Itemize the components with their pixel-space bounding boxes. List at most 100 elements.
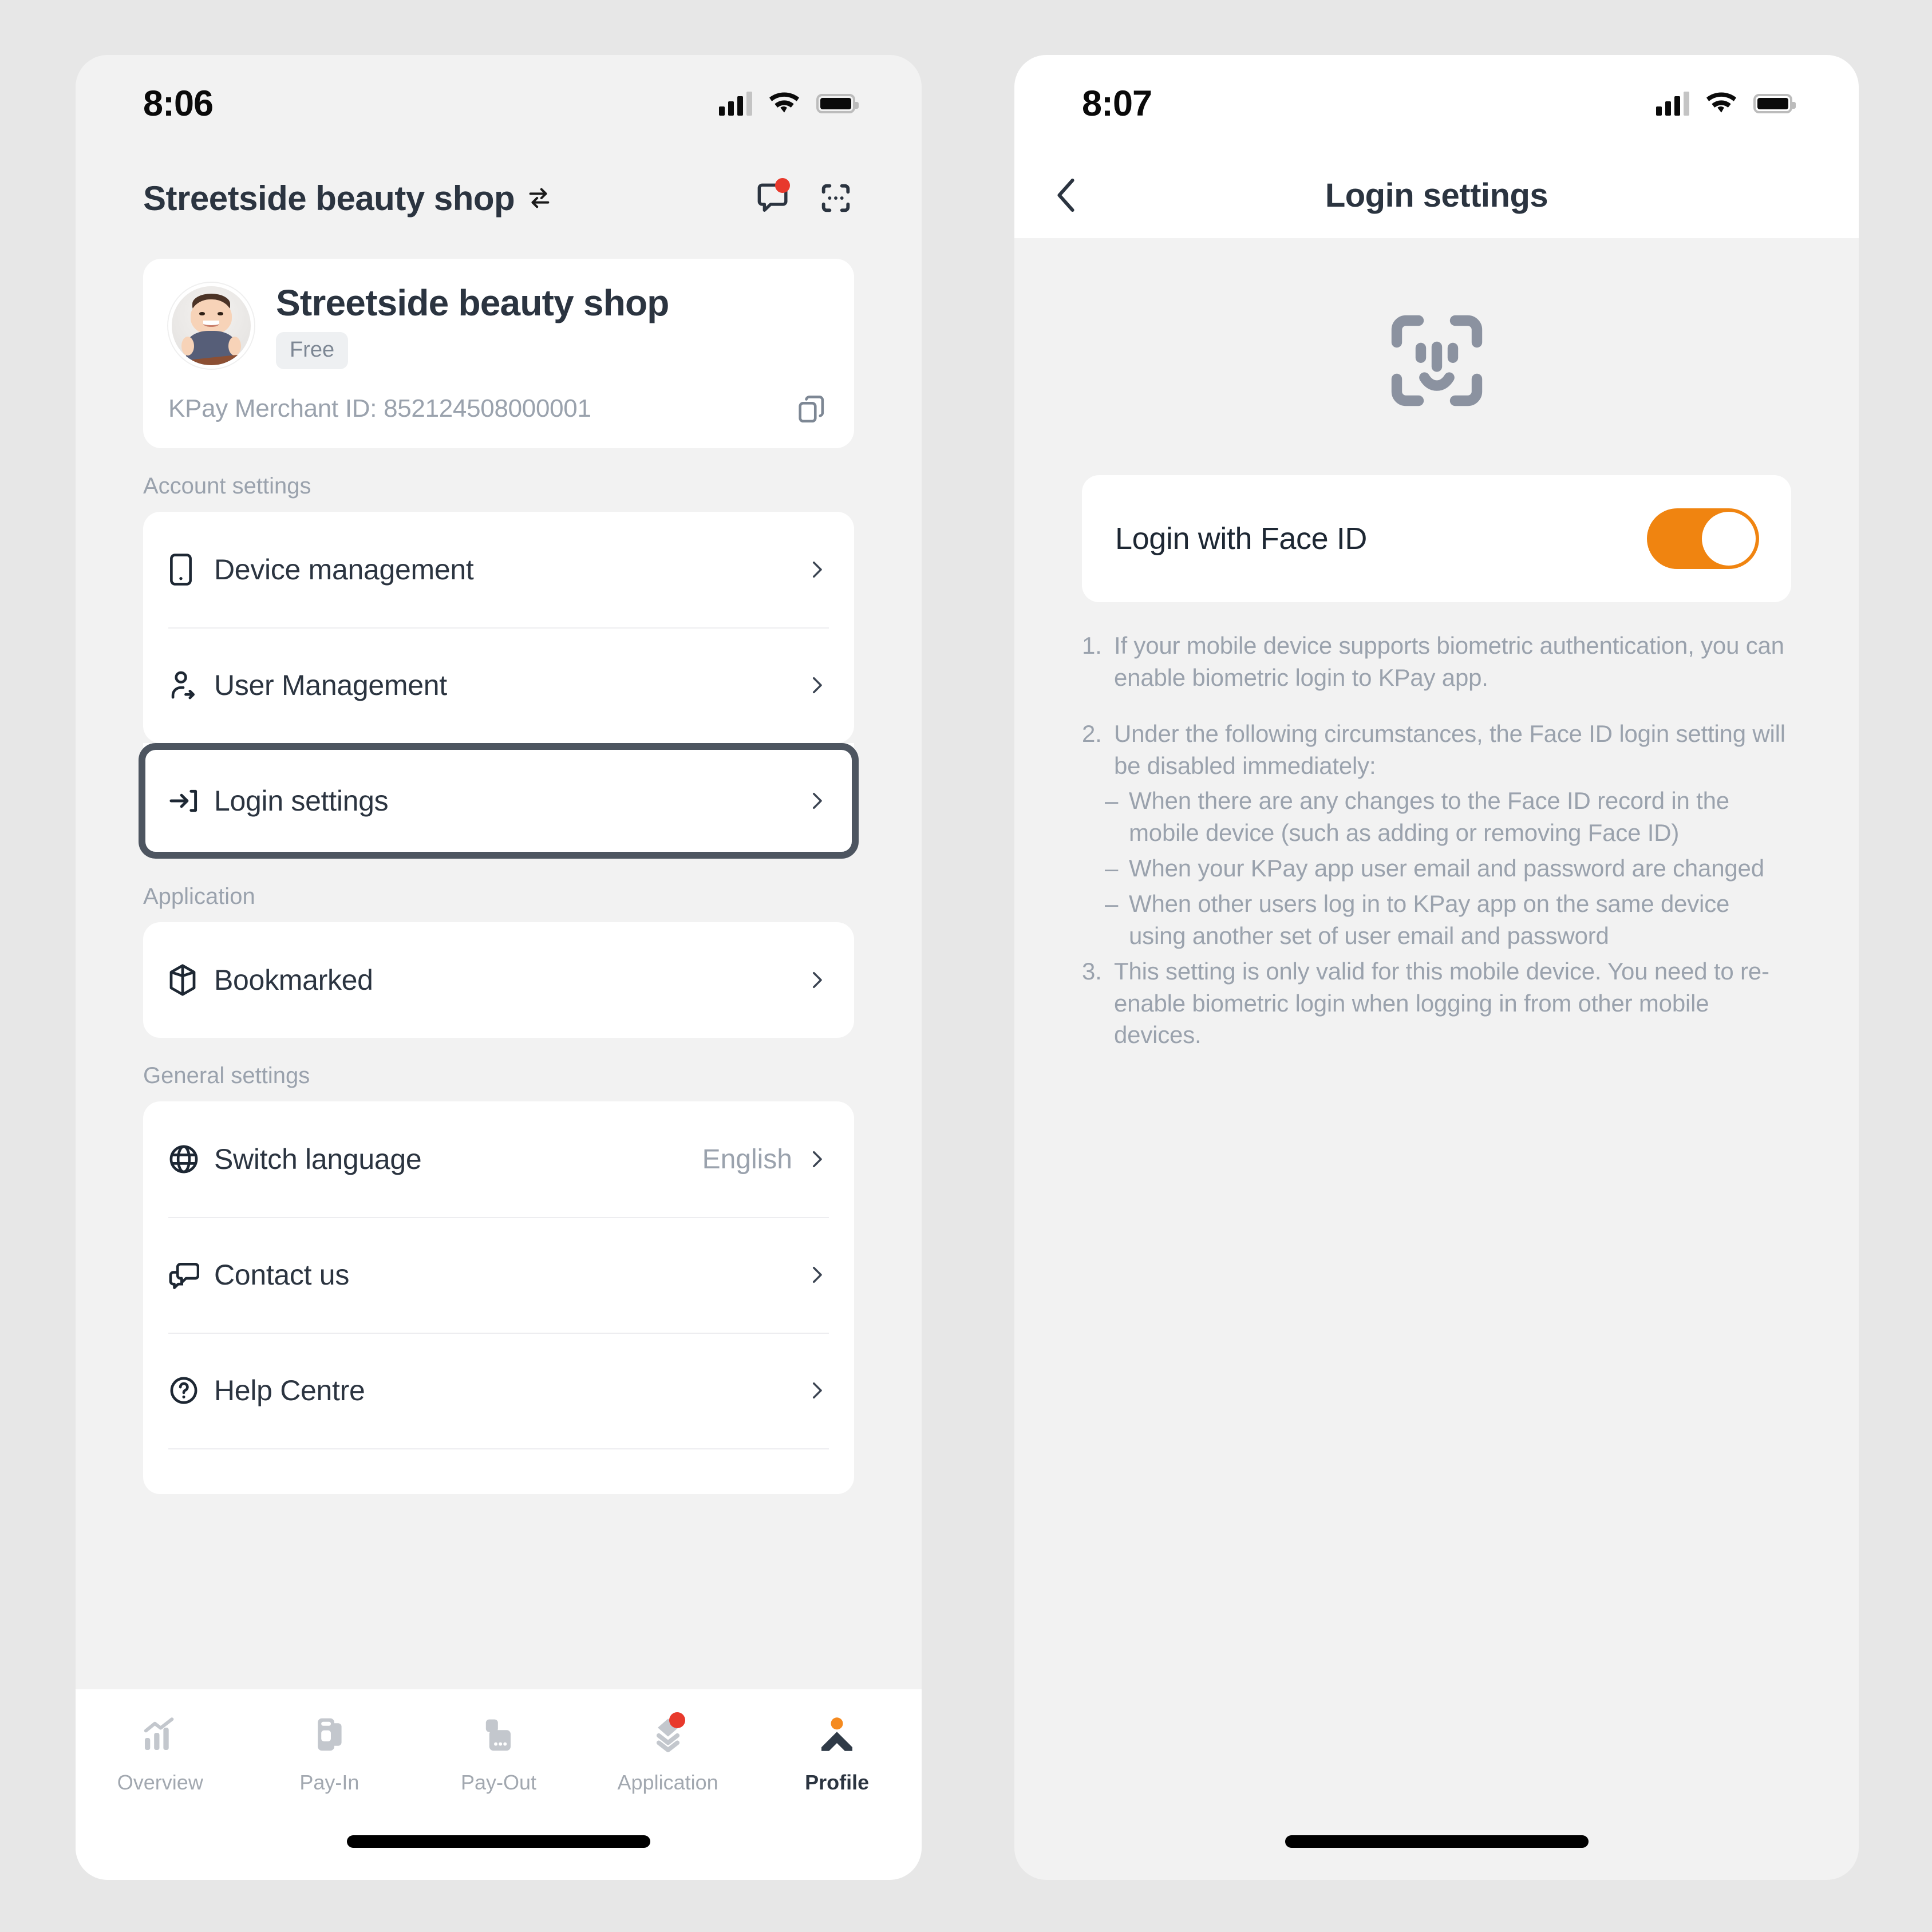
copy-icon[interactable]: [795, 392, 828, 425]
list-item-label: Login settings: [214, 785, 389, 817]
toggle-knob: [1702, 512, 1756, 566]
shop-name: Streetside beauty shop: [276, 282, 669, 323]
sidebar-item-device-management[interactable]: Device management: [143, 512, 854, 627]
chevron-right-icon: [813, 793, 822, 809]
list-card-application: Bookmarked: [143, 922, 854, 1038]
page-title: Login settings: [1325, 176, 1548, 214]
note-text: When there are any changes to the Face I…: [1129, 787, 1729, 847]
sidebar-item-user-management[interactable]: User Management: [143, 627, 854, 743]
chevron-left-icon[interactable]: [1051, 175, 1081, 215]
list-item-label: Help Centre: [214, 1374, 365, 1406]
tab-application[interactable]: Application: [583, 1710, 753, 1795]
terminal-icon: [478, 1710, 519, 1759]
note-marker: –: [1105, 890, 1119, 918]
chevron-right-icon: [813, 677, 822, 693]
note-marker: 2.: [1082, 720, 1102, 747]
screenshot-stage: 8:06 Streetside beauty shop Streetside b…: [0, 0, 1932, 1932]
profile-meta: Streetside beauty shop Free: [276, 282, 669, 369]
tab-overview[interactable]: Overview: [76, 1710, 245, 1795]
list-card-general-settings: Switch language English Contact us Help …: [143, 1101, 854, 1494]
tab-label: Profile: [805, 1771, 870, 1794]
shop-switcher[interactable]: Streetside beauty shop: [143, 179, 552, 218]
switch-arrows-icon[interactable]: [526, 185, 552, 211]
sidebar-item-login-settings[interactable]: Login settings: [143, 743, 854, 859]
note-text: When other users log in to KPay app on t…: [1129, 890, 1730, 949]
login-arrow-icon: [168, 787, 206, 815]
face-id-toggle-label: Login with Face ID: [1115, 521, 1368, 556]
list-item-label: Device management: [214, 554, 474, 586]
cube-bookmark-icon: [168, 963, 206, 997]
tab-label: Pay-In: [299, 1771, 359, 1794]
note-text: This setting is only valid for this mobi…: [1114, 957, 1769, 1049]
sidebar-item-switch-language[interactable]: Switch language English: [143, 1101, 854, 1217]
list-row-partial: [143, 1448, 854, 1494]
sidebar-item-help-centre[interactable]: Help Centre: [143, 1333, 854, 1448]
chevron-right-icon: [813, 1382, 822, 1398]
phone-left-profile-screen: 8:06 Streetside beauty shop Streetside b…: [76, 55, 922, 1880]
header-actions: [753, 177, 854, 218]
app-header: Streetside beauty shop: [76, 152, 922, 232]
face-id-hero: [1014, 238, 1859, 475]
note-item: 1. If your mobile device supports biomet…: [1082, 630, 1791, 694]
tab-label: Application: [617, 1771, 718, 1794]
face-id-notes: 1. If your mobile device supports biomet…: [1082, 630, 1791, 1051]
note-text: When your KPay app user email and passwo…: [1129, 855, 1764, 882]
sidebar-item-contact-us[interactable]: Contact us: [143, 1217, 854, 1333]
chart-bars-icon: [140, 1710, 181, 1759]
note-text: Under the following circumstances, the F…: [1114, 720, 1785, 779]
face-id-toggle-switch[interactable]: [1647, 508, 1759, 569]
wifi-icon: [1706, 92, 1736, 113]
status-icons: [719, 92, 859, 116]
status-bar: 8:07: [1014, 55, 1859, 152]
tab-profile[interactable]: Profile: [752, 1710, 922, 1795]
status-time: 8:06: [143, 84, 214, 124]
sidebar-item-bookmarked[interactable]: Bookmarked: [143, 922, 854, 1038]
chevron-right-icon: [813, 1151, 822, 1167]
status-icons: [1656, 92, 1796, 116]
chevron-right-icon: [813, 972, 822, 988]
shop-name-header: Streetside beauty shop: [143, 179, 515, 218]
section-label-application: Application: [143, 884, 255, 909]
scan-qr-icon[interactable]: [817, 180, 854, 216]
question-circle-icon: [168, 1375, 206, 1406]
chevrons-down-icon: [647, 1710, 689, 1759]
globe-icon: [168, 1144, 206, 1175]
list-item-label: Bookmarked: [214, 964, 373, 996]
note-item: – When other users log in to KPay app on…: [1082, 888, 1791, 952]
note-marker: –: [1105, 855, 1119, 882]
profile-top: Streetside beauty shop Free: [168, 282, 828, 369]
list-item-label: Contact us: [214, 1259, 350, 1291]
selected-language-value: English: [702, 1144, 792, 1175]
merchant-id-text: KPay Merchant ID: 852124508000001: [168, 394, 591, 422]
battery-icon: [816, 94, 859, 113]
chat-unread-badge: [775, 177, 790, 193]
wifi-icon: [769, 92, 799, 113]
chevron-right-icon: [813, 562, 822, 578]
tab-label: Pay-Out: [460, 1771, 536, 1794]
card-reader-icon: [309, 1710, 350, 1759]
chat-button[interactable]: [753, 177, 790, 218]
section-label-general-settings: General settings: [143, 1063, 310, 1088]
list-card-account-settings: Device management User Management: [143, 512, 854, 743]
phone-right-login-settings-screen: 8:07 Login settings Login with Face ID 1…: [1014, 55, 1859, 1880]
face-id-icon: [1391, 315, 1482, 406]
note-item: 3. This setting is only valid for this m…: [1082, 955, 1791, 1052]
application-badge: [669, 1712, 685, 1728]
battery-icon: [1753, 94, 1796, 113]
tab-pay-in[interactable]: Pay-In: [245, 1710, 414, 1795]
section-label-account-settings: Account settings: [143, 473, 311, 499]
note-item: – When your KPay app user email and pass…: [1082, 852, 1791, 884]
chevron-right-icon: [813, 1267, 822, 1283]
status-time: 8:07: [1082, 84, 1152, 124]
note-text: If your mobile device supports biometric…: [1114, 632, 1784, 691]
status-bar: 8:06: [76, 55, 922, 152]
merchant-id-row: KPay Merchant ID: 852124508000001: [168, 392, 828, 425]
cellular-signal-icon: [719, 92, 752, 116]
user-add-icon: [168, 669, 206, 701]
cellular-signal-icon: [1656, 92, 1689, 116]
tab-pay-out[interactable]: Pay-Out: [414, 1710, 583, 1795]
note-item: – When there are any changes to the Face…: [1082, 785, 1791, 849]
note-item: 2. Under the following circumstances, th…: [1082, 718, 1791, 782]
bottom-tab-bar: Overview Pay-In Pay-Out Application Prof…: [76, 1689, 922, 1880]
tab-label: Overview: [117, 1771, 203, 1794]
